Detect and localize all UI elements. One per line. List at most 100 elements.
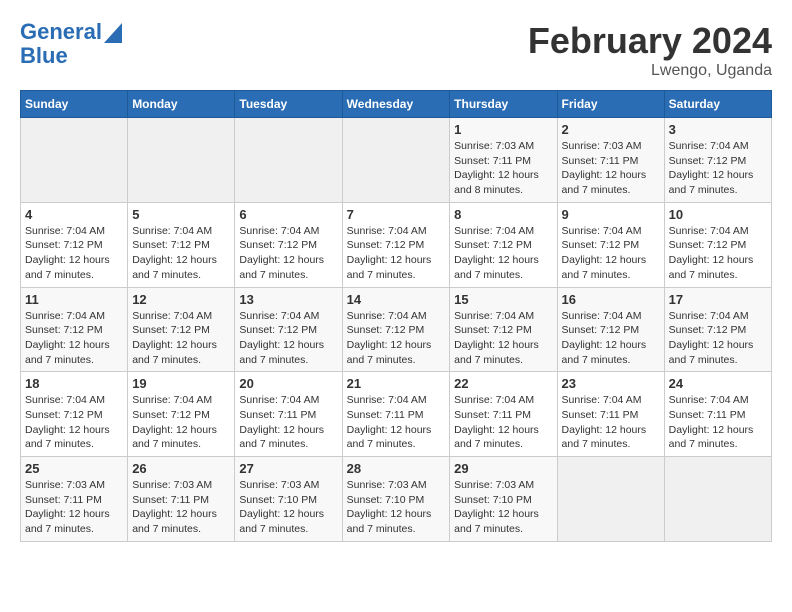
day-cell: 20Sunrise: 7:04 AM Sunset: 7:11 PM Dayli…	[235, 372, 342, 457]
day-cell: 12 Sunrise: 7:04 AM Sunset: 7:12 PM Dayli…	[128, 287, 235, 372]
day-number: 17	[669, 292, 767, 307]
header-tuesday: Tuesday	[235, 91, 342, 118]
day-number: 1	[454, 122, 552, 137]
month-title: February 2024	[528, 20, 772, 62]
logo-icon	[104, 23, 122, 43]
day-number: 12	[132, 292, 230, 307]
logo-text-blue: Blue	[20, 44, 68, 68]
day-number: 25	[25, 461, 123, 476]
day-number: 29	[454, 461, 552, 476]
day-cell: 29 Sunrise: 7:03 AM Sunset: 7:10 PM Dayli…	[450, 457, 557, 542]
day-info: Sunrise: 7:04 AM Sunset: 7:12 PM Dayligh…	[25, 309, 123, 368]
day-info: Sunrise: 7:04 AM Sunset: 7:12 PM Dayligh…	[132, 224, 230, 283]
day-info: Sunrise: 7:03 AM Sunset: 7:11 PM Dayligh…	[454, 139, 552, 198]
day-info: Sunrise: 7:04 AM Sunset: 7:12 PM Dayligh…	[669, 224, 767, 283]
day-number: 8	[454, 207, 552, 222]
page-header: General Blue February 2024 Lwengo, Ugand…	[20, 20, 772, 80]
logo: General Blue	[20, 20, 122, 68]
day-number: 19	[132, 376, 230, 391]
header-monday: Monday	[128, 91, 235, 118]
day-cell: 21 Sunrise: 7:04 AM Sunset: 7:11 PM Dayli…	[342, 372, 450, 457]
day-info: Sunrise: 7:04 AM Sunset: 7:12 PM Dayligh…	[347, 224, 446, 283]
day-number: 16	[562, 292, 660, 307]
title-block: February 2024 Lwengo, Uganda	[528, 20, 772, 80]
day-number: 3	[669, 122, 767, 137]
day-cell: 16 Sunrise: 7:04 AM Sunset: 7:12 PM Dayli…	[557, 287, 664, 372]
day-info: Sunrise: 7:04 AM Sunset: 7:12 PM Dayligh…	[25, 224, 123, 283]
day-info: Sunrise: 7:04 AM Sunset: 7:12 PM Dayligh…	[562, 224, 660, 283]
day-cell: 10 Sunrise: 7:04 AM Sunset: 7:12 PM Dayli…	[664, 202, 771, 287]
week-row-1: 1 Sunrise: 7:03 AM Sunset: 7:11 PM Daylig…	[21, 118, 772, 203]
logo-text-general: General	[20, 20, 102, 44]
day-info: Sunrise: 7:04 AM Sunset: 7:11 PM Dayligh…	[347, 393, 446, 452]
day-info: Sunrise: 7:04 AM Sunset: 7:12 PM Dayligh…	[239, 309, 337, 368]
day-cell: 9 Sunrise: 7:04 AM Sunset: 7:12 PM Daylig…	[557, 202, 664, 287]
day-number: 18	[25, 376, 123, 391]
week-row-3: 11 Sunrise: 7:04 AM Sunset: 7:12 PM Dayli…	[21, 287, 772, 372]
day-info: Sunrise: 7:04 AM Sunset: 7:12 PM Dayligh…	[25, 393, 123, 452]
day-info: Sunrise: 7:03 AM Sunset: 7:10 PM Dayligh…	[239, 478, 337, 537]
day-info: Sunrise: 7:04 AM Sunset: 7:12 PM Dayligh…	[454, 224, 552, 283]
day-cell: 1 Sunrise: 7:03 AM Sunset: 7:11 PM Daylig…	[450, 118, 557, 203]
day-cell: 3Sunrise: 7:04 AM Sunset: 7:12 PM Daylig…	[664, 118, 771, 203]
day-info: Sunrise: 7:04 AM Sunset: 7:11 PM Dayligh…	[669, 393, 767, 452]
day-info: Sunrise: 7:04 AM Sunset: 7:12 PM Dayligh…	[669, 309, 767, 368]
day-number: 4	[25, 207, 123, 222]
day-number: 22	[454, 376, 552, 391]
day-cell: 27Sunrise: 7:03 AM Sunset: 7:10 PM Dayli…	[235, 457, 342, 542]
day-info: Sunrise: 7:04 AM Sunset: 7:12 PM Dayligh…	[239, 224, 337, 283]
day-cell	[235, 118, 342, 203]
day-number: 15	[454, 292, 552, 307]
day-number: 14	[347, 292, 446, 307]
day-cell: 14 Sunrise: 7:04 AM Sunset: 7:12 PM Dayli…	[342, 287, 450, 372]
day-number: 26	[132, 461, 230, 476]
day-info: Sunrise: 7:03 AM Sunset: 7:11 PM Dayligh…	[25, 478, 123, 537]
day-number: 24	[669, 376, 767, 391]
day-info: Sunrise: 7:04 AM Sunset: 7:12 PM Dayligh…	[454, 309, 552, 368]
day-info: Sunrise: 7:04 AM Sunset: 7:11 PM Dayligh…	[562, 393, 660, 452]
day-info: Sunrise: 7:03 AM Sunset: 7:10 PM Dayligh…	[454, 478, 552, 537]
day-number: 28	[347, 461, 446, 476]
day-cell: 25 Sunrise: 7:03 AM Sunset: 7:11 PM Dayli…	[21, 457, 128, 542]
day-cell	[557, 457, 664, 542]
day-cell: 11 Sunrise: 7:04 AM Sunset: 7:12 PM Dayli…	[21, 287, 128, 372]
day-number: 6	[239, 207, 337, 222]
day-info: Sunrise: 7:04 AM Sunset: 7:12 PM Dayligh…	[562, 309, 660, 368]
week-row-2: 4 Sunrise: 7:04 AM Sunset: 7:12 PM Daylig…	[21, 202, 772, 287]
day-info: Sunrise: 7:04 AM Sunset: 7:12 PM Dayligh…	[132, 393, 230, 452]
week-row-5: 25 Sunrise: 7:03 AM Sunset: 7:11 PM Dayli…	[21, 457, 772, 542]
day-cell: 18 Sunrise: 7:04 AM Sunset: 7:12 PM Dayli…	[21, 372, 128, 457]
day-cell	[128, 118, 235, 203]
day-cell	[664, 457, 771, 542]
calendar-table: SundayMondayTuesdayWednesdayThursdayFrid…	[20, 90, 772, 542]
day-info: Sunrise: 7:03 AM Sunset: 7:11 PM Dayligh…	[132, 478, 230, 537]
day-cell	[21, 118, 128, 203]
day-cell: 6 Sunrise: 7:04 AM Sunset: 7:12 PM Daylig…	[235, 202, 342, 287]
calendar-header-row: SundayMondayTuesdayWednesdayThursdayFrid…	[21, 91, 772, 118]
day-cell: 2Sunrise: 7:03 AM Sunset: 7:11 PM Daylig…	[557, 118, 664, 203]
day-cell: 22 Sunrise: 7:04 AM Sunset: 7:11 PM Dayli…	[450, 372, 557, 457]
header-sunday: Sunday	[21, 91, 128, 118]
day-number: 9	[562, 207, 660, 222]
day-number: 13	[239, 292, 337, 307]
day-info: Sunrise: 7:04 AM Sunset: 7:11 PM Dayligh…	[239, 393, 337, 452]
header-friday: Friday	[557, 91, 664, 118]
day-cell: 19 Sunrise: 7:04 AM Sunset: 7:12 PM Dayli…	[128, 372, 235, 457]
day-cell	[342, 118, 450, 203]
week-row-4: 18 Sunrise: 7:04 AM Sunset: 7:12 PM Dayli…	[21, 372, 772, 457]
day-info: Sunrise: 7:03 AM Sunset: 7:11 PM Dayligh…	[562, 139, 660, 198]
day-cell: 26 Sunrise: 7:03 AM Sunset: 7:11 PM Dayli…	[128, 457, 235, 542]
day-cell: 13 Sunrise: 7:04 AM Sunset: 7:12 PM Dayli…	[235, 287, 342, 372]
header-saturday: Saturday	[664, 91, 771, 118]
day-cell: 7 Sunrise: 7:04 AM Sunset: 7:12 PM Daylig…	[342, 202, 450, 287]
day-info: Sunrise: 7:04 AM Sunset: 7:12 PM Dayligh…	[132, 309, 230, 368]
day-number: 21	[347, 376, 446, 391]
day-info: Sunrise: 7:04 AM Sunset: 7:12 PM Dayligh…	[347, 309, 446, 368]
header-thursday: Thursday	[450, 91, 557, 118]
day-number: 10	[669, 207, 767, 222]
day-info: Sunrise: 7:03 AM Sunset: 7:10 PM Dayligh…	[347, 478, 446, 537]
location: Lwengo, Uganda	[528, 62, 772, 80]
day-number: 11	[25, 292, 123, 307]
day-info: Sunrise: 7:04 AM Sunset: 7:11 PM Dayligh…	[454, 393, 552, 452]
day-number: 7	[347, 207, 446, 222]
